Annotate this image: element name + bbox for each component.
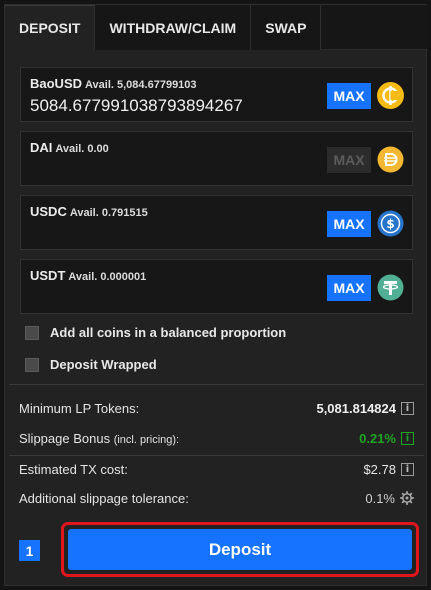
baousd-icon: [377, 82, 404, 109]
coin-row-usdt: USDT Avail. 0.000001 MAX: [20, 259, 413, 314]
slippage-bonus-value: 0.21%: [359, 430, 396, 446]
wrapped-label: Deposit Wrapped: [50, 357, 157, 372]
slippage-tolerance-label: Additional slippage tolerance:: [19, 490, 189, 506]
tx-cost-row: Estimated TX cost: $2.78 i: [19, 460, 414, 478]
coin-name: BaoUSD: [30, 76, 83, 91]
coin-row-usdc: USDC Avail. 0.791515 MAX $: [20, 195, 413, 250]
max-button-usdc[interactable]: MAX: [327, 211, 371, 237]
tab-deposit[interactable]: DEPOSIT: [5, 5, 96, 50]
coin-label: BaoUSD Avail. 5,084.67799103: [30, 76, 197, 91]
deposit-panel: DEPOSIT WITHDRAW/CLAIM SWAP BaoUSD Avail.…: [4, 4, 428, 586]
tab-bar: DEPOSIT WITHDRAW/CLAIM SWAP: [5, 5, 428, 50]
coin-available: Avail. 0.000001: [68, 271, 147, 283]
gear-icon[interactable]: [400, 491, 414, 505]
balanced-option[interactable]: Add all coins in a balanced proportion: [25, 325, 286, 340]
slippage-bonus-title: Slippage Bonus: [19, 430, 111, 446]
wrapped-checkbox[interactable]: [25, 357, 39, 372]
coin-label: USDT Avail. 0.000001: [30, 268, 146, 283]
tab-withdraw-claim[interactable]: WITHDRAW/CLAIM: [95, 5, 252, 50]
svg-text:$: $: [386, 217, 394, 231]
tab-swap[interactable]: SWAP: [251, 5, 322, 50]
slippage-bonus-subtitle: (incl. pricing):: [113, 433, 180, 446]
divider: [9, 384, 424, 385]
coin-label: USDC Avail. 0.791515: [30, 204, 148, 219]
usdt-icon: [377, 274, 404, 301]
coin-row-baousd: BaoUSDAvail. 5,084.67799103 MAX: [20, 67, 413, 122]
coin-name: DAI: [30, 140, 53, 155]
balanced-checkbox[interactable]: [25, 325, 39, 340]
slippage-bonus-row: Slippage Bonus (incl. pricing): 0.21% i: [19, 429, 414, 447]
coin-name: USDT: [30, 268, 66, 283]
min-lp-label: Minimum LP Tokens:: [19, 400, 140, 416]
tx-cost-value: $2.78: [363, 461, 396, 477]
slippage-tolerance-value: 0.1%: [365, 490, 395, 506]
info-icon[interactable]: i: [401, 431, 414, 445]
step-badge: 1: [19, 540, 40, 561]
info-icon[interactable]: i: [401, 462, 414, 476]
coin-available: Avail. 0.791515: [69, 207, 148, 219]
max-button-baousd[interactable]: MAX: [327, 83, 371, 109]
usdc-amount-input[interactable]: [30, 223, 320, 245]
deposit-highlight: Deposit: [61, 522, 419, 577]
coin-available: Avail. 0.00: [55, 143, 109, 155]
max-button-dai[interactable]: MAX: [327, 147, 371, 173]
usdc-icon: $: [377, 210, 404, 237]
max-button-usdt[interactable]: MAX: [327, 275, 371, 301]
tab-bar-filler: [321, 5, 428, 50]
divider: [9, 455, 424, 456]
slippage-bonus-label: Slippage Bonus (incl. pricing):: [19, 431, 359, 446]
dai-icon: [377, 146, 404, 173]
coin-label: DAI Avail. 0.00: [30, 140, 109, 155]
balanced-label: Add all coins in a balanced proportion: [50, 325, 287, 340]
min-lp-value: 5,081.814824: [316, 400, 396, 416]
min-lp-row: Minimum LP Tokens: 5,081.814824 i: [19, 399, 414, 417]
coin-name: USDC: [30, 204, 67, 219]
usdt-amount-input[interactable]: [30, 287, 320, 309]
coin-row-dai: DAI Avail. 0.00 MAX: [20, 131, 413, 186]
dai-amount-input[interactable]: [30, 159, 320, 181]
info-icon[interactable]: i: [401, 401, 414, 415]
deposit-button[interactable]: Deposit: [68, 529, 412, 570]
baousd-amount-input[interactable]: [30, 95, 320, 117]
slippage-tolerance-row: Additional slippage tolerance: 0.1%: [19, 489, 414, 507]
tx-cost-label: Estimated TX cost:: [19, 461, 128, 477]
wrapped-option[interactable]: Deposit Wrapped: [25, 357, 157, 372]
coin-available: Avail. 5,084.67799103: [85, 79, 197, 91]
